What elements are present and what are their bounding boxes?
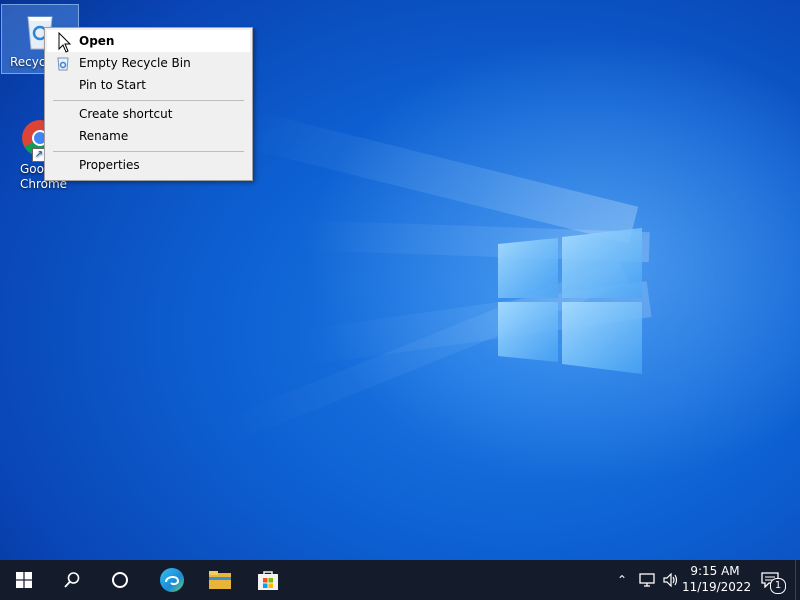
volume-button[interactable] xyxy=(660,560,682,600)
menu-item-pin-to-start[interactable]: Pin to Start xyxy=(47,74,250,96)
show-hidden-icons-button[interactable]: ⌃ xyxy=(612,560,632,600)
show-desktop-button[interactable] xyxy=(795,560,800,600)
menu-item-open[interactable]: Open xyxy=(47,30,250,52)
network-button[interactable] xyxy=(636,560,658,600)
action-center-button[interactable]: 1 xyxy=(752,560,788,600)
menu-item-properties[interactable]: Properties xyxy=(47,154,250,176)
clock-button[interactable]: 9:15 AM 11/19/2022 xyxy=(682,563,752,595)
context-menu: Open Empty Recycle Bin Pin to Start Crea… xyxy=(44,27,253,181)
network-icon xyxy=(639,573,655,587)
search-icon xyxy=(64,572,80,588)
desktop[interactable]: Recyc ↗ Goo Chrome Open Empty Recycle Bi… xyxy=(0,0,800,560)
taskbar: ⌃ 9:15 AM 11/19/2022 1 xyxy=(0,560,800,600)
start-button[interactable] xyxy=(0,560,48,600)
recycle-small-icon xyxy=(56,56,70,71)
windows-start-icon xyxy=(16,572,32,588)
cortana-icon xyxy=(112,572,128,588)
file-explorer-icon xyxy=(209,571,231,589)
taskbar-file-explorer-button[interactable] xyxy=(196,560,244,600)
chevron-up-icon: ⌃ xyxy=(616,573,628,587)
clock-time: 9:15 AM xyxy=(690,564,740,578)
menu-item-create-shortcut[interactable]: Create shortcut xyxy=(47,103,250,125)
menu-item-rename[interactable]: Rename xyxy=(47,125,250,147)
taskbar-store-button[interactable] xyxy=(244,560,292,600)
menu-separator xyxy=(53,100,244,101)
mouse-cursor-icon xyxy=(58,31,72,54)
taskbar-edge-button[interactable] xyxy=(148,560,196,600)
search-button[interactable] xyxy=(48,560,96,600)
clock-date: 11/19/2022 xyxy=(682,580,752,594)
store-icon xyxy=(258,571,278,590)
menu-separator xyxy=(53,151,244,152)
cortana-button[interactable] xyxy=(96,560,144,600)
edge-icon xyxy=(160,568,184,592)
speaker-icon xyxy=(663,573,678,587)
notification-count-badge: 1 xyxy=(770,578,786,594)
menu-item-empty-recycle-bin[interactable]: Empty Recycle Bin xyxy=(47,52,250,74)
windows-wallpaper-logo xyxy=(496,226,644,376)
